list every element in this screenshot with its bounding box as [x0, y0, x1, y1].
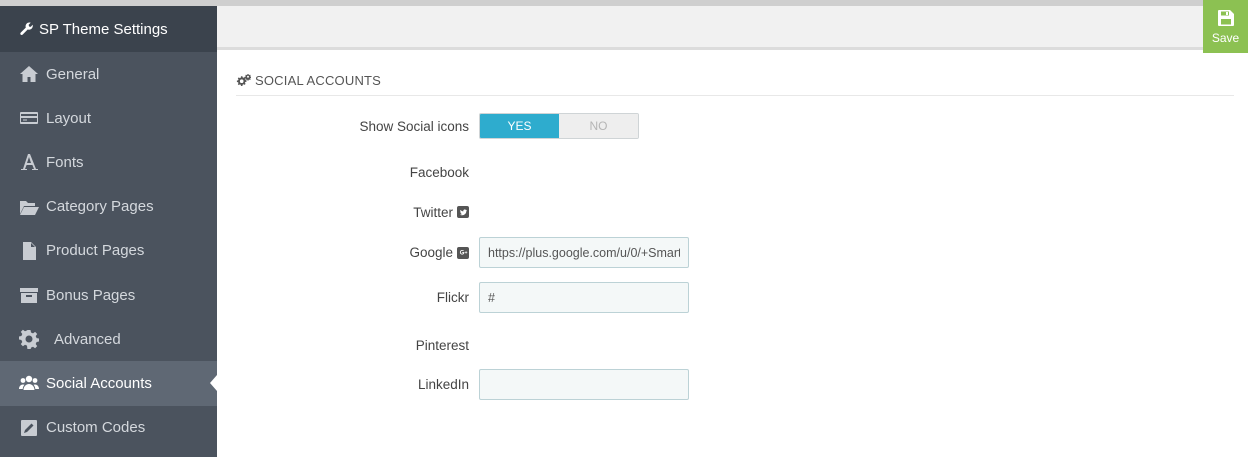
linkedin-row: LinkedIn: [236, 369, 1234, 400]
sidebar-item-label: Bonus Pages: [46, 286, 136, 304]
toggle-no[interactable]: NO: [559, 114, 638, 138]
pencil-square-icon: [18, 417, 40, 439]
sidebar-item-layout[interactable]: Layout: [0, 96, 217, 140]
flickr-label: Flickr: [436, 290, 469, 305]
sidebar-title: SP Theme Settings: [39, 20, 168, 38]
google-plus-square-icon: [457, 246, 469, 259]
flickr-url-input[interactable]: [479, 282, 689, 313]
cogs-icon: [236, 74, 251, 86]
show-social-icons-label: Show Social icons: [359, 118, 469, 134]
social-accounts-panel: SOCIAL ACCOUNTS: [236, 66, 1234, 96]
pinterest-row: Pinterest: [236, 335, 1234, 355]
show-social-icons-toggle[interactable]: YES NO: [479, 113, 639, 139]
sidebar-item-fonts[interactable]: Fonts: [0, 140, 217, 184]
flickr-row: Flickr: [236, 282, 1234, 313]
content-toolbar: [217, 6, 1203, 50]
google-row: Google: [236, 237, 1234, 268]
sidebar-item-product-pages[interactable]: Product Pages: [0, 229, 217, 273]
linkedin-url-input[interactable]: [479, 369, 689, 400]
credit-card-icon: [18, 107, 40, 129]
sidebar-item-label: Custom Codes: [46, 419, 146, 437]
sidebar-item-custom-codes[interactable]: Custom Codes: [0, 406, 217, 450]
sidebar-header: SP Theme Settings: [0, 6, 217, 52]
wrench-icon: [20, 22, 33, 35]
save-button[interactable]: Save: [1203, 0, 1248, 53]
google-url-input[interactable]: [479, 237, 689, 268]
sidebar-item-label: Social Accounts: [46, 374, 152, 392]
toggle-yes[interactable]: YES: [480, 114, 559, 138]
sidebar-item-social-accounts[interactable]: Social Accounts: [0, 361, 217, 406]
facebook-label: Facebook: [409, 164, 469, 180]
facebook-row: Facebook: [236, 162, 1234, 182]
sidebar-item-general[interactable]: General: [0, 52, 217, 96]
save-label: Save: [1211, 30, 1240, 45]
sidebar-item-advanced[interactable]: Advanced: [0, 317, 217, 361]
sidebar: SP Theme Settings General Layout Fonts C…: [0, 6, 217, 457]
file-text-icon: [18, 240, 40, 262]
home-icon: [18, 63, 40, 85]
sidebar-item-bonus-pages[interactable]: Bonus Pages: [0, 273, 217, 317]
linkedin-label: LinkedIn: [417, 377, 469, 392]
archive-icon: [18, 284, 40, 306]
sidebar-item-label: Layout: [46, 109, 92, 127]
panel-title: SOCIAL ACCOUNTS: [255, 73, 382, 88]
sidebar-item-label: Fonts: [46, 153, 84, 171]
panel-heading: SOCIAL ACCOUNTS: [236, 66, 1234, 96]
twitter-square-icon: [457, 206, 469, 218]
pinterest-label: Pinterest: [415, 337, 469, 353]
users-icon: [18, 372, 40, 394]
sidebar-item-label: Product Pages: [46, 242, 145, 260]
twitter-row: Twitter: [236, 202, 1234, 222]
folder-open-icon: [18, 196, 40, 218]
gear-icon: [18, 328, 40, 350]
font-icon: [18, 151, 40, 173]
sidebar-item-category-pages[interactable]: Category Pages: [0, 185, 217, 229]
sidebar-item-label: Category Pages: [46, 198, 154, 216]
twitter-label: Twitter: [236, 205, 479, 220]
sidebar-item-label: Advanced: [54, 330, 121, 348]
sidebar-item-label: General: [46, 65, 100, 83]
google-label: Google: [236, 245, 479, 260]
floppy-disk-icon: [1217, 9, 1234, 26]
show-social-icons-row: Show Social icons YES NO: [236, 113, 1234, 139]
